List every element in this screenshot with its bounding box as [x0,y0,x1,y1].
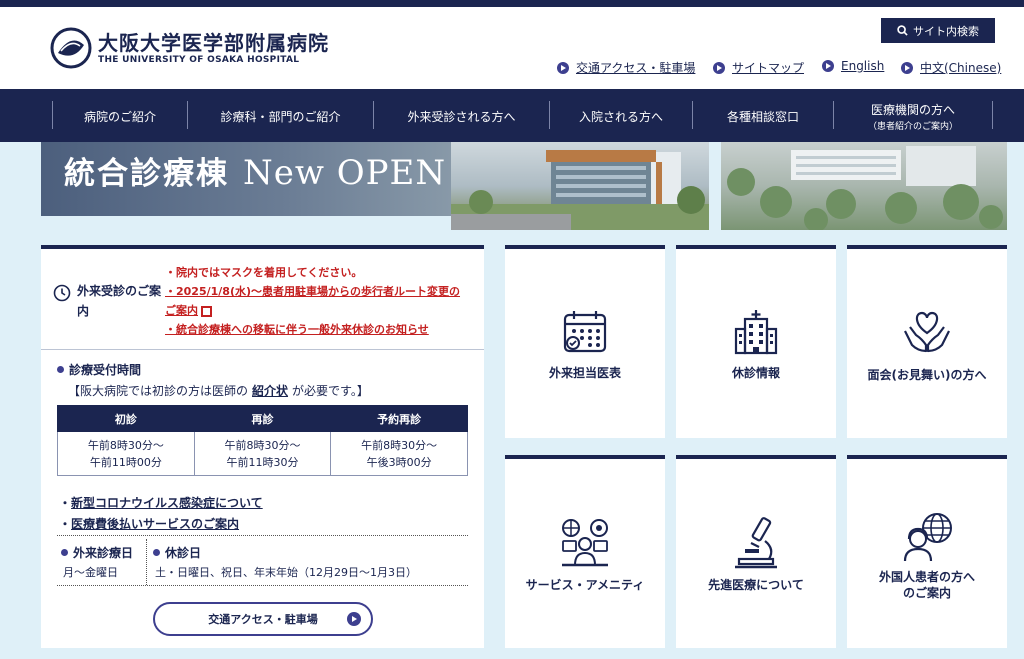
tile-label: 休診情報 [731,366,780,380]
hours-col-return: 再診 [193,405,332,432]
bullet-icon [61,549,68,556]
util-link-chinese[interactable]: 中文(Chinese) [901,59,1001,76]
holiday-value: 土・日曜日、祝日、年末年始（12月29日〜1月3日） [155,566,417,579]
hospital-building-icon [734,310,778,355]
main-nav: 病院のご紹介 診療科・部門のご紹介 外来受診される方へ 入院される方へ 各種相談… [0,89,1024,142]
nav-item-medical-institutions[interactable]: 医療機関の方へ （患者紹介のご案内） [834,100,992,132]
nav-divider [992,101,993,129]
bullet-icon [57,366,64,373]
heart-hands-icon [904,311,950,353]
hours-cell-first: 午前8時30分〜 午前11時00分 [57,431,195,476]
hours-cell-appointment: 午前8時30分〜 午後3時00分 [330,431,468,476]
arrow-circle-icon [557,61,569,74]
arrow-circle-icon [822,60,834,72]
clinic-days-value: 月〜金曜日 [63,566,118,579]
referral-note: 【阪大病院では初診の方は医師の 紹介状 が必要です。】 [68,384,369,398]
hours-col-first: 初診 [57,405,195,432]
hospital-emblem-icon [50,27,92,69]
util-link-access[interactable]: 交通アクセス・駐車場 [557,59,695,76]
outpatient-info-card: 外来受診のご案内 ・院内ではマスクを着用してください。 ・2025/1/8(水)… [41,245,484,648]
microscope-icon [735,517,777,569]
tile-label: サービス・アメニティ [525,578,645,592]
pdf-icon [201,305,212,317]
hours-title: 診療受付時間 [57,361,141,378]
tile-label: 面会(お見舞い)の方へ [867,368,987,382]
arrow-circle-icon [347,612,361,626]
nav-item-about[interactable]: 病院のご紹介 [53,100,187,132]
search-icon [897,25,908,36]
dotted-divider [57,535,468,536]
tile-visitors[interactable]: 面会(お見舞い)の方へ [847,245,1007,438]
campus-illustration-icon [727,146,1003,230]
top-accent-bar [0,0,1024,7]
building-photo [451,142,709,230]
calendar-icon [563,311,607,353]
clock-icon [53,284,71,302]
globe-person-icon [903,513,952,562]
notice-item-mask: ・院内ではマスクを着用してください。 [165,266,363,279]
logo-name-en: THE UNIVERSITY OF OSAKA HOSPITAL [98,55,300,65]
tile-outpatient-doctors[interactable]: 外来担当医表 [505,245,665,438]
nav-item-outpatient[interactable]: 外来受診される方へ [374,100,549,132]
notice-item-closure[interactable]: ・統合診療棟への移転に伴う一般外来休診のお知らせ [165,320,470,339]
tile-services[interactable]: サービス・アメニティ [505,455,665,648]
util-link-english[interactable]: English [822,59,884,73]
hours-col-appointment: 予約再診 [330,405,468,432]
services-icon [562,519,608,567]
nav-item-consultation[interactable]: 各種相談窓口 [693,100,833,132]
notice-list: ・院内ではマスクを着用してください。 ・2025/1/8(水)〜患者用駐車場から… [165,263,470,339]
util-link-sitemap[interactable]: サイトマップ [713,59,804,76]
link-deferred-payment[interactable]: ・医療費後払いサービスのご案内 [59,515,239,532]
link-covid[interactable]: ・新型コロナウイルス感染症について [59,494,263,511]
referral-letter-link[interactable]: 紹介状 [252,384,288,398]
banner-title-panel: 統合診療棟 New OPEN [41,142,451,216]
banner-title-en: New OPEN [243,153,447,193]
hospital-logo[interactable]: 大阪大学医学部附属病院 THE UNIVERSITY OF OSAKA HOSP… [50,27,329,69]
dotted-vertical-divider [146,539,147,585]
notice-item-route-change[interactable]: ・2025/1/8(水)〜患者用駐車場からの歩行者ルート変更のご案内 [165,282,470,320]
divider [41,349,484,350]
tile-label: 外来担当医表 [548,366,621,380]
clinic-days-title: 外来診療日 [61,544,133,561]
new-open-banner[interactable]: 統合診療棟 New OPEN [41,142,1007,230]
notice-heading: 外来受診のご案内 [53,281,165,321]
nav-item-inpatient[interactable]: 入院される方へ [550,100,692,132]
dotted-divider [57,585,468,586]
tile-advanced-medicine[interactable]: 先進医療について [676,455,836,648]
logo-name-jp: 大阪大学医学部附属病院 [98,31,329,55]
tile-closure-info[interactable]: 休診情報 [676,245,836,438]
site-search-label: サイト内検索 [913,24,979,38]
arrow-circle-icon [713,61,725,74]
tile-label: 外国人患者の方へ のご案内 [878,570,975,600]
campus-photo [721,142,1007,230]
site-search-button[interactable]: サイト内検索 [881,18,995,43]
hours-cell-return: 午前8時30分〜 午前11時30分 [193,431,332,476]
site-header: 大阪大学医学部附属病院 THE UNIVERSITY OF OSAKA HOSP… [0,7,1024,89]
bullet-icon [153,549,160,556]
tile-label: 先進医療について [708,578,804,592]
banner-title-jp: 統合診療棟 [64,156,229,192]
access-parking-button[interactable]: 交通アクセス・駐車場 [153,602,373,636]
arrow-circle-icon [901,61,913,74]
nav-item-departments[interactable]: 診療科・部門のご紹介 [188,100,373,132]
holiday-title: 休診日 [153,544,201,561]
tile-international-patients[interactable]: 外国人患者の方へ のご案内 [847,455,1007,648]
hours-table: 初診 再診 予約再診 午前8時30分〜 午前11時00分 午前8時30分〜 午前11… [57,405,468,476]
building-illustration-icon [451,150,709,230]
